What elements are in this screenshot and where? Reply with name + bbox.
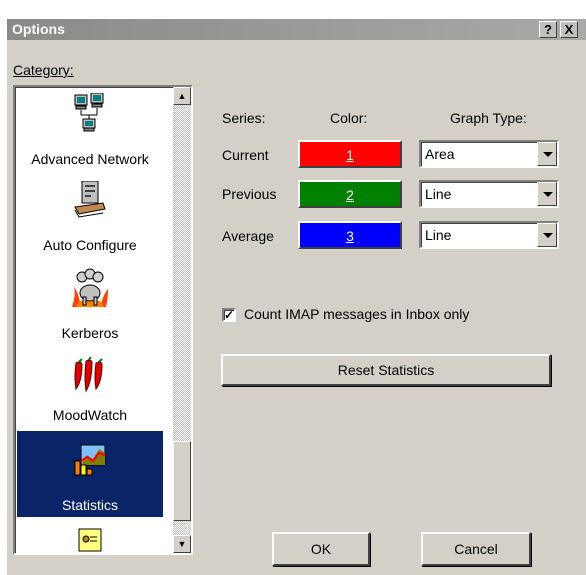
series-average-label: Average [222,228,274,244]
category-item-label: Auto Configure [43,237,137,253]
network-computers-icon [73,92,107,136]
category-item-label: MoodWatch [52,407,128,423]
category-label-text: Category: [13,62,74,78]
scroll-thumb[interactable] [173,441,191,521]
chevron-down-icon[interactable] [537,182,557,206]
title-bar: Options ? X [7,19,586,40]
server-hand-icon [73,180,107,222]
category-item-label: Advanced Network [31,151,149,167]
color-previous-label: 2 [346,187,354,203]
graph-type-average-select[interactable]: Line [419,221,559,249]
category-scrollbar[interactable]: ▲ ▼ [173,87,191,553]
category-item-kerberos[interactable]: Kerberos [17,259,163,345]
imap-checkbox[interactable]: ✓ [222,308,236,322]
graph-type-previous-select[interactable]: Line [419,180,559,208]
category-item-partial[interactable] [17,517,163,553]
scroll-up-button[interactable]: ▲ [173,87,191,105]
ok-button[interactable]: OK [272,532,370,566]
document-icon [77,527,103,553]
category-item-advanced-network[interactable]: Advanced Network [17,87,163,173]
category-item-auto-configure[interactable]: Auto Configure [17,173,163,259]
series-current-label: Current [222,147,269,163]
graph-type-header: Graph Type: [450,110,527,126]
help-button[interactable]: ? [539,21,557,38]
chili-peppers-icon [72,356,108,396]
category-item-moodwatch[interactable]: MoodWatch [17,345,163,431]
color-average-label: 3 [346,228,354,244]
category-item-label: Statistics [61,497,118,513]
color-current-label: 1 [346,147,354,163]
graph-type-current-value: Area [425,146,455,162]
cancel-button[interactable]: Cancel [421,532,531,566]
graph-type-previous-value: Line [425,186,452,202]
chevron-down-icon[interactable] [537,223,557,247]
series-header: Series: [222,110,266,126]
color-previous-button[interactable]: 2 [298,180,402,208]
reset-statistics-button[interactable]: Reset Statistics [221,354,551,386]
imap-checkbox-label[interactable]: Count IMAP messages in Inbox only [244,306,469,322]
kerberos-dog-icon [70,267,110,312]
chevron-down-icon[interactable] [537,142,557,166]
color-current-button[interactable]: 1 [298,140,402,168]
category-label: Category: [13,62,74,78]
color-header: Color: [330,110,368,126]
category-item-label: Kerberos [61,325,119,341]
statistics-chart-icon [73,443,107,480]
graph-type-current-select[interactable]: Area [419,140,559,168]
graph-type-average-value: Line [425,227,452,243]
category-listbox[interactable]: Advanced Network Auto Configure Kerberos… [13,85,193,555]
color-average-button[interactable]: 3 [298,221,402,249]
window-title: Options [12,21,65,37]
close-button[interactable]: X [560,21,578,38]
category-item-statistics[interactable]: Statistics [17,431,163,517]
series-previous-label: Previous [222,186,277,202]
scroll-down-button[interactable]: ▼ [173,535,191,553]
